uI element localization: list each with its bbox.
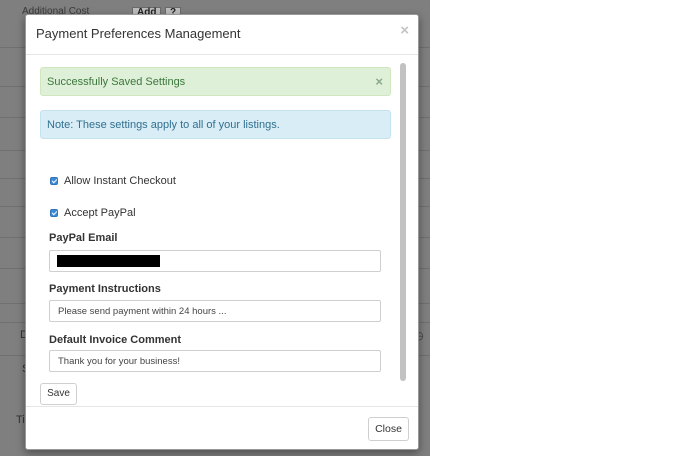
close-icon[interactable]: × xyxy=(400,23,409,39)
success-alert-text: Successfully Saved Settings xyxy=(47,76,186,88)
checkbox-checked-icon[interactable] xyxy=(50,209,58,217)
paypal-email-input[interactable] xyxy=(49,250,381,272)
alert-close-icon[interactable]: × xyxy=(375,75,383,88)
checkbox-checked-icon[interactable] xyxy=(50,177,58,185)
payment-instructions-input[interactable]: Please send payment within 24 hours ... xyxy=(49,300,381,322)
payment-preferences-modal: Payment Preferences Management × Success… xyxy=(25,14,419,450)
allow-instant-checkout-label: Allow Instant Checkout xyxy=(64,175,176,187)
modal-body: Successfully Saved Settings × Note: Thes… xyxy=(26,56,418,406)
background-side-letter: Ti xyxy=(16,414,25,426)
modal-title: Payment Preferences Management xyxy=(36,26,241,41)
allow-instant-checkout-option[interactable]: Allow Instant Checkout xyxy=(50,175,176,187)
modal-footer: Close xyxy=(26,406,418,449)
paypal-email-label: PayPal Email xyxy=(49,232,118,244)
redaction-bar xyxy=(57,255,160,267)
modal-scrollbar[interactable] xyxy=(400,63,406,381)
scrollbar-thumb[interactable] xyxy=(400,63,406,381)
accept-paypal-label: Accept PayPal xyxy=(64,207,136,219)
info-alert: Note: These settings apply to all of you… xyxy=(40,110,391,139)
accept-paypal-option[interactable]: Accept PayPal xyxy=(50,207,136,219)
payment-instructions-label: Payment Instructions xyxy=(49,283,161,295)
default-invoice-comment-input[interactable]: Thank you for your business! xyxy=(49,350,381,372)
default-invoice-comment-label: Default Invoice Comment xyxy=(49,334,182,346)
modal-header: Payment Preferences Management × xyxy=(26,15,418,55)
close-button[interactable]: Close xyxy=(368,417,409,441)
info-alert-text: Note: These settings apply to all of you… xyxy=(47,119,280,131)
save-button[interactable]: Save xyxy=(40,383,77,405)
success-alert: Successfully Saved Settings × xyxy=(40,67,391,96)
